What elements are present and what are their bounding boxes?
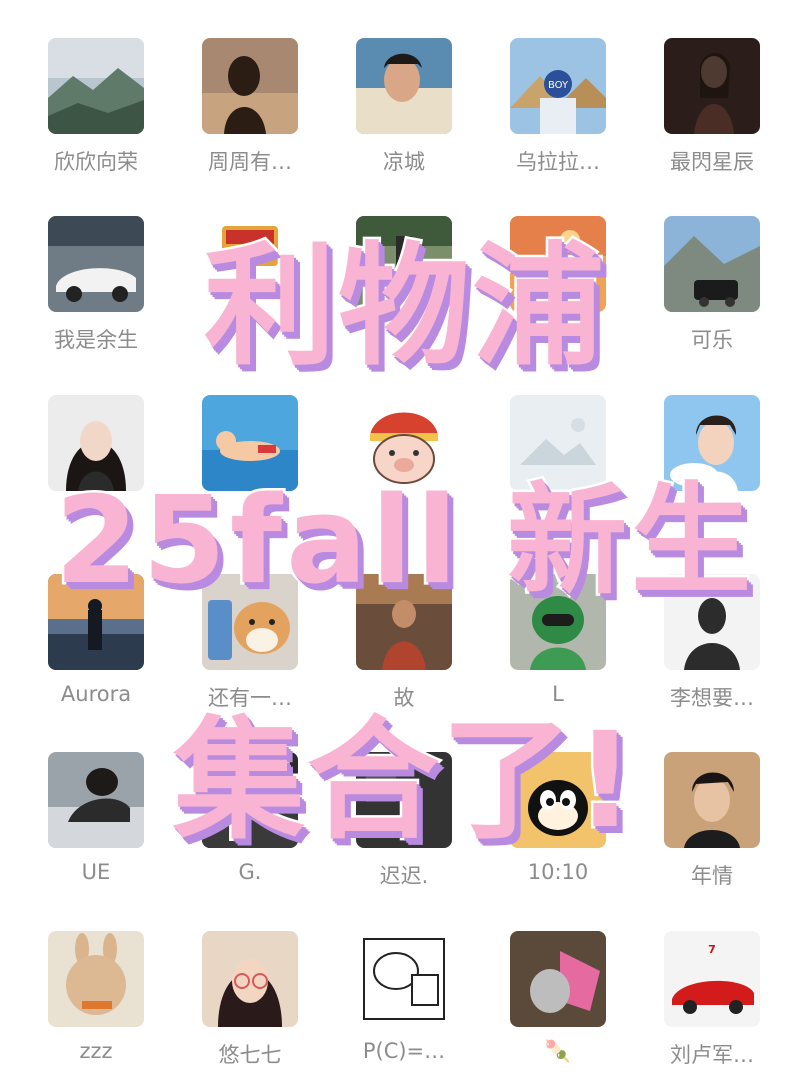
contact-avatar[interactable]	[48, 752, 144, 848]
contact-avatar[interactable]	[510, 216, 606, 312]
contact-name: 李想要…	[670, 686, 754, 710]
contact-avatar[interactable]	[664, 574, 760, 670]
contact-avatar[interactable]	[356, 38, 452, 134]
contact-grid: 欣欣向荣 周周有… 凉城 BOY 乌拉拉… 最閃星辰我是余生 可乐 Aurora 还有一… 故 L 李…	[0, 0, 810, 1080]
contact-avatar[interactable]	[510, 574, 606, 670]
contact-avatar[interactable]	[48, 574, 144, 670]
contact-name: 故	[393, 686, 415, 710]
contact-name: 还有一…	[208, 686, 292, 710]
contact-avatar[interactable]	[356, 395, 452, 491]
contact-name: 乌拉拉…	[516, 150, 600, 174]
contact-name: 年情	[691, 864, 733, 888]
contact-name: 刘卢军…	[670, 1043, 754, 1067]
contact-avatar[interactable]	[202, 931, 298, 1027]
contact-name: 迟迟.	[379, 864, 429, 888]
contact-avatar[interactable]	[664, 395, 760, 491]
contact-avatar[interactable]	[48, 395, 144, 491]
contact-name: 10:10	[527, 860, 589, 884]
contact-name: 悠七七	[218, 1043, 282, 1067]
contact-name: 🍡	[544, 1039, 572, 1063]
contact-avatar[interactable]	[356, 931, 452, 1027]
contact-avatar[interactable]	[510, 752, 606, 848]
contact-name: G.	[238, 860, 262, 884]
contact-avatar[interactable]	[48, 931, 144, 1027]
contact-name: 凉城	[383, 150, 425, 174]
contact-avatar[interactable]	[664, 38, 760, 134]
contact-name: 周周有…	[208, 150, 292, 174]
contact-avatar[interactable]: 7	[664, 931, 760, 1027]
contact-avatar[interactable]	[48, 216, 144, 312]
contact-avatar[interactable]	[664, 752, 760, 848]
contact-avatar[interactable]	[510, 395, 606, 491]
contact-name: 我是余生	[54, 328, 138, 352]
contact-avatar[interactable]	[202, 395, 298, 491]
contact-avatar[interactable]	[48, 38, 144, 134]
svg-text:7: 7	[708, 943, 716, 956]
contact-name: 最閃星辰	[670, 150, 754, 174]
svg-text:BOY: BOY	[548, 80, 569, 91]
contact-avatar[interactable]	[356, 752, 452, 848]
contact-avatar[interactable]: BOY	[510, 38, 606, 134]
contact-avatar[interactable]	[356, 574, 452, 670]
contact-name: zzz	[79, 1039, 113, 1063]
contact-avatar[interactable]	[356, 216, 452, 312]
contact-name: P(C)=…	[362, 1039, 446, 1063]
contact-name: Aurora	[60, 682, 132, 706]
contact-avatar[interactable]	[202, 216, 298, 312]
contact-avatar[interactable]	[202, 574, 298, 670]
contact-name: L	[552, 682, 564, 706]
contact-name: 欣欣向荣	[54, 150, 138, 174]
contact-avatar[interactable]	[664, 216, 760, 312]
contact-name: 可乐	[691, 328, 733, 352]
contact-avatar[interactable]	[510, 931, 606, 1027]
contact-avatar[interactable]	[202, 752, 298, 848]
contact-avatar[interactable]	[202, 38, 298, 134]
contact-name: UE	[81, 860, 111, 884]
